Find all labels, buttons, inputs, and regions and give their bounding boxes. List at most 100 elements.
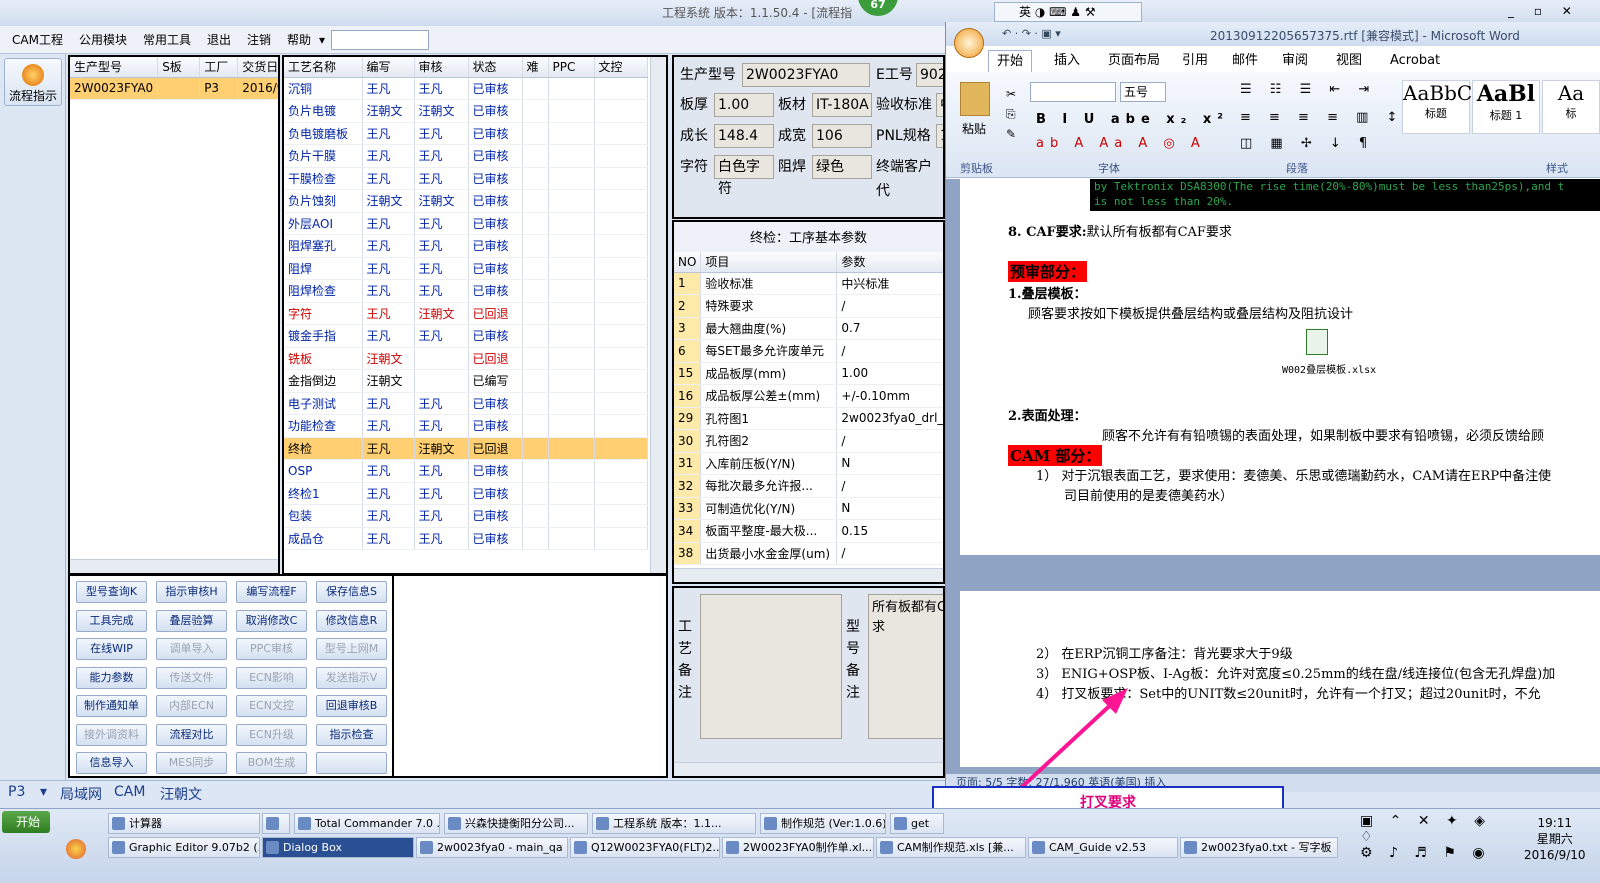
taskbar-item[interactable]: CAM_Guide v2.53	[1028, 837, 1178, 858]
action-button[interactable]: 发送指示V	[316, 666, 387, 689]
action-button[interactable]: 型号查询K	[76, 581, 147, 603]
action-button[interactable]: ECN升级	[236, 723, 307, 746]
office-button-icon[interactable]	[954, 28, 984, 58]
col-item[interactable]: 项目	[700, 252, 838, 273]
ribbon-tab[interactable]: 页面布局	[1108, 50, 1160, 72]
taskbar-item[interactable]: Dialog Box	[262, 837, 414, 858]
table-row[interactable]: 29 孔符图1 2w0023fya0_drl_	[674, 407, 943, 430]
shade-buttons[interactable]: ◫ ▦ ✢ ↓ ¶	[1240, 136, 1374, 151]
action-button[interactable]: 保存信息S	[316, 581, 387, 603]
action-button[interactable]: 能力参数	[76, 666, 147, 689]
style-heading2[interactable]: Aa 标	[1542, 80, 1600, 134]
pnl-field[interactable]: 1	[936, 124, 943, 148]
col-writer[interactable]: 编写	[362, 57, 415, 78]
params-hscroll[interactable]	[674, 568, 943, 582]
col-difficulty[interactable]: 难	[522, 57, 549, 78]
ribbon-tab[interactable]: 引用	[1182, 50, 1208, 72]
col-reviewer[interactable]: 审核	[414, 57, 469, 78]
thick-field[interactable]: 1.00	[714, 93, 774, 117]
list-buttons[interactable]: ☰ ☷ ☰ ⇤ ⇥	[1240, 82, 1376, 97]
std-field[interactable]: 中	[936, 93, 943, 117]
word-qat[interactable]: ↶ · ↷ · ▣ ▾	[1002, 27, 1061, 40]
col-date[interactable]: 交货日期	[237, 57, 278, 78]
model-remark-field[interactable]: 所有板都有C求	[868, 594, 943, 739]
paste-icon[interactable]	[960, 82, 990, 116]
taskbar-item[interactable]: Total Commander 7.0 ...	[294, 813, 440, 834]
remarks-hscroll[interactable]	[674, 762, 943, 776]
action-button[interactable]: 接外调资料	[76, 723, 147, 746]
table-row[interactable]: 33 可制造优化(Y/N) N	[674, 497, 943, 520]
table-row[interactable]: 镀金手指 王凡 王凡 已审核	[284, 324, 648, 348]
font-format-buttons[interactable]: B I U abe x₂ x²	[1036, 112, 1229, 127]
action-button[interactable]: 编写流程F	[236, 581, 307, 603]
menu-dropdown-icon[interactable]: ▾	[319, 33, 325, 47]
col-ppc[interactable]: PPC	[548, 57, 595, 78]
taskbar-item[interactable]: 工程系统 版本：1.1...	[592, 813, 756, 834]
menu-combo[interactable]	[331, 29, 430, 50]
table-row[interactable]: 字符 王凡 汪朝文 已回退	[284, 302, 648, 325]
wid-field[interactable]: 106	[812, 124, 872, 148]
action-button[interactable]: 内部ECN	[156, 695, 227, 717]
action-button[interactable]: MES同步	[156, 752, 227, 774]
table-row[interactable]: 干膜检查 王凡 王凡 已审核	[284, 167, 648, 190]
taskbar-item[interactable]: 2w0023fya0.txt - 写字板	[1180, 837, 1338, 858]
taskbar-item[interactable]: get	[890, 813, 944, 834]
table-row[interactable]: 负片干膜 王凡 王凡 已审核	[284, 144, 648, 168]
font-name-combo[interactable]	[1030, 82, 1116, 102]
table-row[interactable]: 负片蚀刻 汪朝文 汪朝文 已审核	[284, 189, 648, 213]
process-vscroll[interactable]	[650, 57, 666, 573]
col-model[interactable]: 生产型号	[70, 57, 159, 78]
table-row[interactable]: 负片电镀 汪朝文 汪朝文 已审核	[284, 99, 648, 123]
table-row[interactable]: 38 出货最小水金金厚(um) /	[674, 542, 943, 565]
col-no[interactable]: NO	[674, 252, 702, 273]
style-normal[interactable]: AaBbC 标题	[1402, 80, 1472, 134]
table-row[interactable]: 电子测试 王凡 王凡 已审核	[284, 392, 648, 415]
action-button[interactable]: ECN影响	[236, 666, 307, 689]
action-button[interactable]: 指示检查	[316, 723, 387, 746]
tray-icons[interactable]: ▣ ⌃ ✕ ✦ ◈ ♢ ⚙ ♪ ♬ ⚑ ◉	[1360, 813, 1510, 861]
table-row[interactable]: OSP 王凡 王凡 已审核	[284, 459, 648, 483]
table-row[interactable]: 外层AOI 王凡 王凡 已审核	[284, 212, 648, 235]
table-row[interactable]: 34 板面平整度-最大极... 0.15	[674, 519, 943, 543]
taskbar-item[interactable]	[262, 813, 290, 834]
action-button[interactable]: PPC审核	[236, 638, 307, 660]
ribbon-tab[interactable]: 开始	[988, 50, 1033, 72]
mask-field[interactable]: 绿色	[812, 155, 872, 179]
taskbar-item[interactable]: 2w0023fya0 - main_qa	[416, 837, 568, 858]
table-row[interactable]: 3 最大翘曲度(%) 0.7	[674, 317, 943, 340]
action-button[interactable]: 传送文件	[156, 666, 227, 689]
action-button[interactable]: 调单导入	[156, 638, 227, 660]
window-controls[interactable]: _ ▫ ✕	[1508, 4, 1580, 18]
taskbar-item[interactable]: 制作规范 (Ver:1.0.6)	[760, 813, 886, 834]
table-row[interactable]: 成品仓 王凡 王凡 已审核	[284, 527, 648, 550]
table-row[interactable]: 16 成品板厚公差±(mm) +/-0.10mm	[674, 384, 943, 408]
col-s[interactable]: S板	[157, 57, 201, 78]
flow-button[interactable]: 流程指示	[4, 58, 62, 106]
align-buttons[interactable]: ≡ ≡ ≡ ≡ ▥ ↕	[1240, 110, 1404, 125]
table-row[interactable]: 终检1 王凡 王凡 已审核	[284, 482, 648, 505]
action-button[interactable]: 信息导入	[76, 752, 147, 774]
action-button[interactable]: 叠层验算	[156, 609, 227, 632]
table-row[interactable]: 终检 王凡 汪朝文 已回退	[284, 437, 648, 460]
action-button[interactable]: 工具完成	[76, 609, 147, 632]
status-dropdown-icon[interactable]: ▾	[40, 784, 47, 800]
menu-cam[interactable]: CAM工程	[4, 31, 71, 48]
menu-tools[interactable]: 常用工具	[135, 31, 199, 48]
taskbar-item[interactable]: 兴森快捷衡阳分公司...	[444, 813, 588, 834]
action-button[interactable]: 修改信息R	[316, 609, 387, 632]
table-row[interactable]: 阻焊 王凡 王凡 已审核	[284, 257, 648, 280]
col-factory[interactable]: 工厂	[199, 57, 239, 78]
action-button[interactable]: ECN文控	[236, 695, 307, 717]
action-button[interactable]: 回退审核B	[316, 695, 387, 717]
status-factory[interactable]: P3	[8, 784, 25, 800]
table-row[interactable]: 30 孔符图2/	[674, 429, 943, 453]
ribbon-tab[interactable]: 审阅	[1282, 50, 1308, 72]
char-field[interactable]: 白色字符	[714, 155, 774, 197]
action-button[interactable]: 取消修改C	[236, 609, 307, 632]
style-heading1[interactable]: AaBl 标题 1	[1472, 80, 1540, 134]
taskbar-item[interactable]: Q12W0023FYA0(FLT)2...	[570, 837, 720, 858]
menu-help[interactable]: 帮助	[279, 31, 319, 48]
table-row[interactable]: 铣板 汪朝文 已回退	[284, 347, 648, 370]
model-field[interactable]: 2W0023FYA0	[742, 63, 870, 87]
action-button[interactable]	[316, 752, 387, 774]
